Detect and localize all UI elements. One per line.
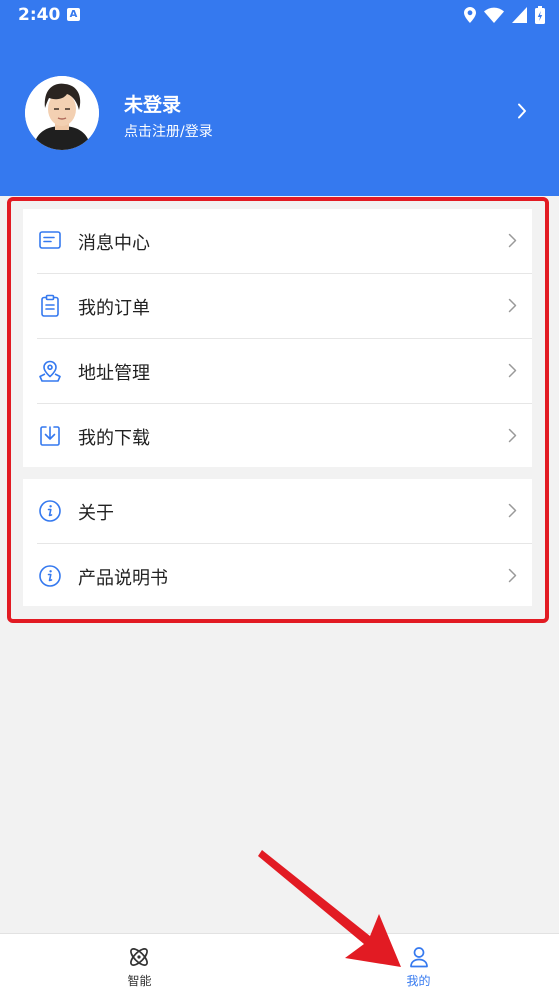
tab-label: 智能 [127, 974, 152, 988]
tab-smart[interactable]: 智能 [0, 934, 279, 996]
bottom-tab-bar: 智能 我的 [0, 933, 559, 996]
signal-icon [512, 7, 527, 23]
login-profile-row[interactable]: 未登录 点击注册/登录 [0, 60, 559, 170]
tab-mine[interactable]: 我的 [279, 934, 558, 996]
status-time: 2:40 [18, 5, 61, 25]
notification-badge: A [67, 8, 80, 21]
chevron-right-icon [518, 103, 526, 119]
status-icons [464, 6, 545, 24]
location-icon [464, 7, 476, 23]
profile-name: 未登录 [124, 94, 182, 116]
highlight-box [7, 197, 549, 623]
profile-header: 2:40 A 未登录 点击注册/登录 [0, 0, 559, 196]
avatar [25, 76, 99, 150]
tab-label: 我的 [406, 974, 431, 988]
user-icon [410, 947, 428, 968]
status-bar: 2:40 A [0, 0, 559, 32]
atom-icon [130, 948, 148, 966]
profile-subtitle: 点击注册/登录 [124, 124, 213, 140]
battery-icon [535, 6, 545, 24]
wifi-icon [484, 7, 504, 23]
